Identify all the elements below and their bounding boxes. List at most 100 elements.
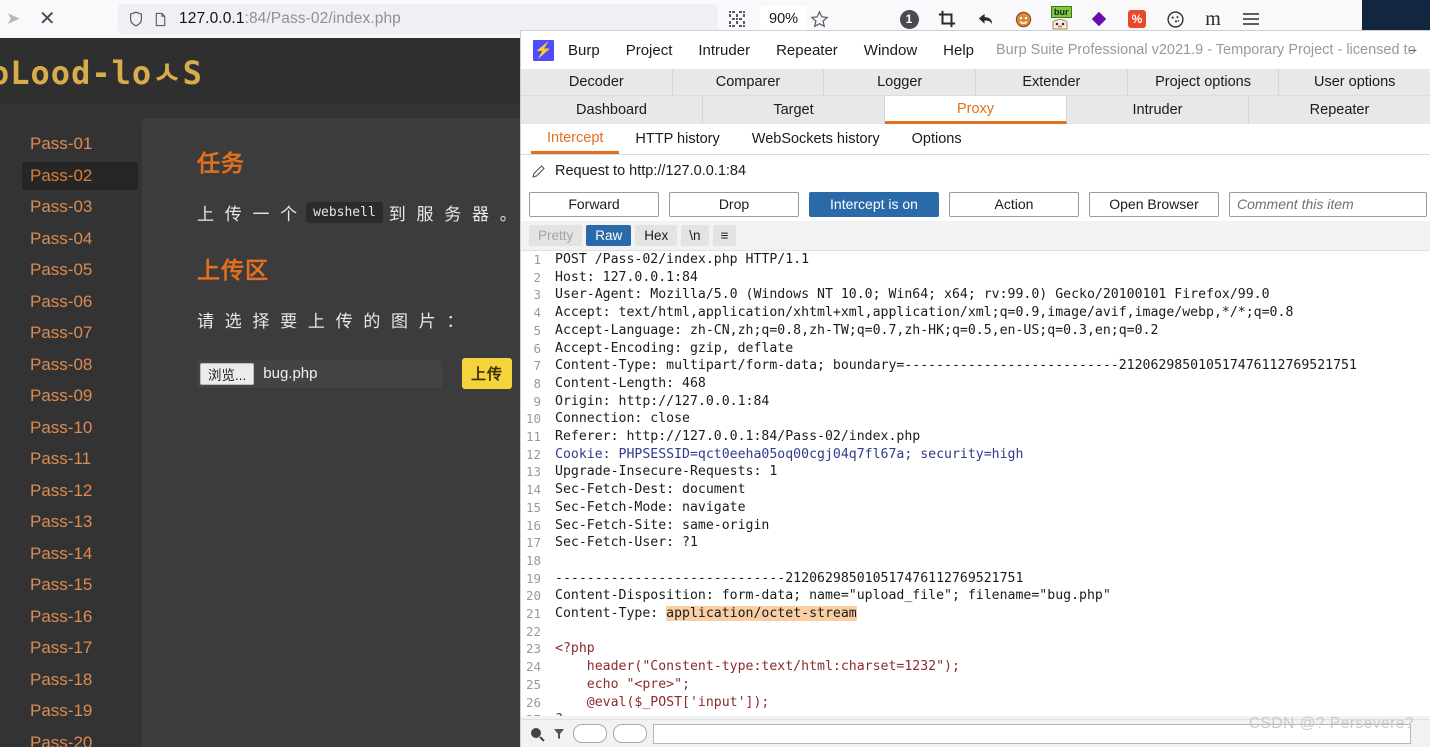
sidebar-item-pass-18[interactable]: Pass-18 [22, 666, 138, 694]
menu-repeater[interactable]: Repeater [776, 42, 838, 59]
newline-button[interactable]: \n [681, 225, 709, 246]
tab-dashboard[interactable]: Dashboard [521, 96, 703, 124]
editor-line: 17 Sec-Fetch-User: ?1 [521, 534, 1430, 552]
line-text: Sec-Fetch-Dest: document [555, 482, 746, 498]
editor-line-content-type: 21 Content-Type: application/octet-stream [521, 605, 1430, 623]
burp-bottom-tab-row: Dashboard Target Proxy Intruder Repeater [521, 96, 1430, 124]
sidebar-item-pass-04[interactable]: Pass-04 [22, 225, 138, 253]
line-number: 24 [521, 658, 549, 676]
m-label: m [1205, 7, 1221, 30]
list-menu-icon[interactable]: ≡ [712, 225, 737, 246]
browse-button[interactable]: 浏览... [200, 362, 255, 385]
line-number: 19 [521, 569, 549, 588]
line-number: 9 [521, 392, 549, 411]
line-text: Host: 127.0.0.1:84 [555, 269, 698, 285]
sidebar-item-pass-05[interactable]: Pass-05 [22, 256, 138, 284]
subtab-websockets-history[interactable]: WebSockets history [736, 124, 896, 154]
tab-proxy[interactable]: Proxy [885, 96, 1067, 124]
tab-comparer[interactable]: Comparer [672, 69, 825, 95]
editor-line: 6 Accept-Encoding: gzip, deflate [521, 339, 1430, 358]
line-text: Sec-Fetch-Site: same-origin [555, 517, 770, 533]
sidebar-item-pass-15[interactable]: Pass-15 [22, 571, 138, 599]
line-number: 21 [521, 605, 549, 623]
filter-icon[interactable] [551, 726, 567, 742]
burp-menubar: Burp Project Intruder Repeater Window He… [568, 42, 974, 59]
minimize-icon[interactable]: − [1400, 37, 1426, 63]
message-format-bar: Pretty Raw Hex \n ≡ [521, 221, 1430, 251]
subtab-intercept[interactable]: Intercept [531, 124, 620, 154]
menu-intruder[interactable]: Intruder [698, 42, 750, 59]
line-text: Sec-Fetch-Mode: navigate [555, 499, 746, 515]
sidebar-item-pass-01[interactable]: Pass-01 [22, 130, 138, 158]
line-number: 3 [521, 286, 549, 305]
line-text: Accept: text/html,application/xhtml+xml,… [555, 305, 1294, 321]
sidebar-item-pass-16[interactable]: Pass-16 [22, 603, 138, 631]
sidebar-item-pass-13[interactable]: Pass-13 [22, 508, 138, 536]
sidebar-item-pass-07[interactable]: Pass-07 [22, 319, 138, 347]
line-text: Content-Type: multipart/form-data; bound… [555, 358, 1357, 374]
status-pill-1[interactable] [573, 724, 607, 743]
proxy-sub-tabs: Intercept HTTP history WebSockets histor… [521, 124, 1430, 155]
site-logo: oLood-loㅅS [0, 54, 203, 92]
sidebar-item-pass-06[interactable]: Pass-06 [22, 288, 138, 316]
shield-icon [130, 11, 142, 27]
burp-titlebar: ⚡ Burp Project Intruder Repeater Window … [521, 31, 1430, 69]
tab-decoder[interactable]: Decoder [521, 69, 673, 95]
sidebar-item-pass-08[interactable]: Pass-08 [22, 351, 138, 379]
line-number: 15 [521, 498, 549, 517]
editor-line: 2 Host: 127.0.0.1:84 [521, 268, 1430, 287]
line-number: 8 [521, 374, 549, 393]
line-text: Sec-Fetch-User: ?1 [555, 535, 698, 551]
line-number: 10 [521, 410, 549, 429]
sidebar-item-pass-17[interactable]: Pass-17 [22, 634, 138, 662]
sidebar-item-pass-09[interactable]: Pass-09 [22, 382, 138, 410]
action-button[interactable]: Action [949, 191, 1079, 217]
hex-button[interactable]: Hex [635, 225, 678, 246]
menu-window[interactable]: Window [864, 42, 917, 59]
tab-user-options[interactable]: User options [1279, 69, 1430, 95]
subtab-http-history[interactable]: HTTP history [619, 124, 735, 154]
upload-submit-button[interactable]: 上传 [462, 358, 513, 389]
tab-intruder[interactable]: Intruder [1067, 96, 1249, 124]
intercept-toggle-button[interactable]: Intercept is on [809, 191, 939, 217]
sidebar-item-pass-12[interactable]: Pass-12 [22, 477, 138, 505]
comment-input[interactable] [1229, 191, 1427, 217]
file-input[interactable]: 浏览... bug.php [197, 359, 442, 388]
open-browser-button[interactable]: Open Browser [1089, 191, 1219, 217]
subtab-options[interactable]: Options [896, 124, 978, 154]
pretty-button[interactable]: Pretty [529, 225, 583, 246]
editor-line: 15 Sec-Fetch-Mode: navigate [521, 498, 1430, 517]
sidebar-item-pass-19[interactable]: Pass-19 [22, 697, 138, 725]
status-pill-2[interactable] [613, 724, 647, 743]
sidebar-item-pass-03[interactable]: Pass-03 [22, 193, 138, 221]
sidebar-item-pass-11[interactable]: Pass-11 [22, 445, 138, 473]
sidebar-item-pass-20[interactable]: Pass-20 [22, 729, 138, 747]
request-editor[interactable]: 1 POST /Pass-02/index.php HTTP/1.1 2 Host:… [521, 251, 1430, 716]
tab-extender[interactable]: Extender [976, 69, 1128, 95]
line-text: Cookie: PHPSESSID=qct0eeha05oq00cgj04q7f… [555, 446, 1024, 462]
menu-project[interactable]: Project [626, 42, 673, 59]
line-number: 22 [521, 622, 549, 641]
raw-button[interactable]: Raw [586, 225, 632, 246]
search-circle-icon[interactable] [529, 726, 545, 742]
editor-line: 19 -----------------------------212062985… [521, 569, 1430, 588]
selected-file-name: bug.php [263, 365, 318, 382]
forward-button[interactable]: Forward [529, 191, 659, 217]
tab-project-options[interactable]: Project options [1127, 69, 1280, 95]
sidebar-item-pass-14[interactable]: Pass-14 [22, 540, 138, 568]
sidebar-item-pass-02[interactable]: Pass-02 [22, 161, 138, 190]
tab-target[interactable]: Target [703, 96, 885, 124]
menu-burp[interactable]: Burp [568, 42, 600, 59]
sidebar-item-pass-10[interactable]: Pass-10 [22, 414, 138, 442]
line-text: POST /Pass-02/index.php HTTP/1.1 [555, 252, 810, 267]
close-tab-icon[interactable]: ✕ [30, 9, 64, 29]
editor-line: 5 Accept-Language: zh-CN,zh;q=0.8,zh-TW;q… [521, 321, 1430, 340]
forward-arrow-icon[interactable]: ➤ [6, 9, 20, 29]
tab-logger[interactable]: Logger [824, 69, 977, 95]
editor-search-input[interactable] [653, 723, 1411, 744]
editor-line: 16 Sec-Fetch-Site: same-origin [521, 516, 1430, 535]
drop-button[interactable]: Drop [669, 191, 799, 217]
menu-help[interactable]: Help [943, 42, 974, 59]
tab-repeater[interactable]: Repeater [1249, 96, 1430, 124]
editor-line: 1 POST /Pass-02/index.php HTTP/1.1 [521, 251, 1430, 269]
